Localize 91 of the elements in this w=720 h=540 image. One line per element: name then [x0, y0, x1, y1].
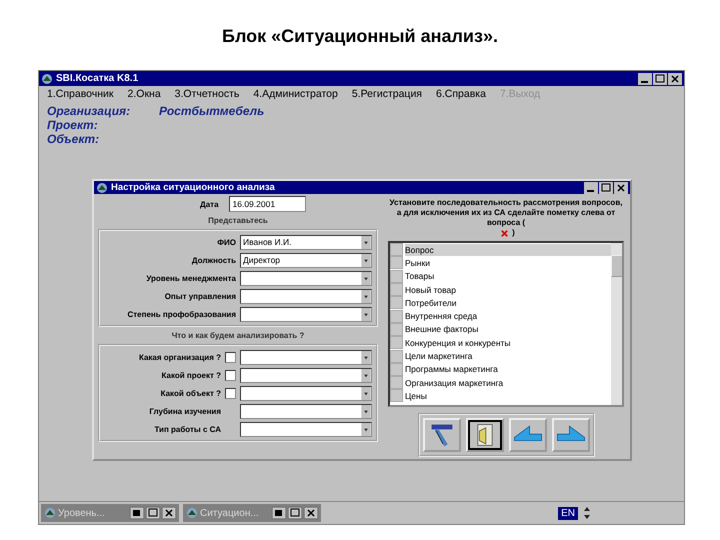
field-label: Тип работы с СА — [154, 424, 221, 434]
section-heading: Что и как будем анализировать ? — [170, 331, 306, 340]
field-label: Какой проект ? — [162, 370, 221, 380]
back-button[interactable] — [508, 418, 546, 452]
field-label: Опыт управления — [164, 292, 236, 300]
info-label: Объект: — [47, 132, 100, 146]
checkbox[interactable] — [225, 352, 236, 362]
list-item[interactable]: Товары — [405, 271, 434, 282]
row-marker[interactable] — [390, 256, 403, 270]
date-field[interactable]: 16.09.2001 — [228, 196, 306, 212]
maximize-button[interactable] — [288, 507, 302, 519]
menu-item[interactable]: 6.Справка — [436, 88, 486, 100]
list-item[interactable]: Внутренняя среда — [405, 311, 478, 322]
header-marker — [390, 243, 403, 256]
app-icon — [186, 507, 198, 519]
info-value: Ростбытмебель — [159, 104, 264, 118]
info-label: Проект: — [47, 118, 99, 132]
maximize-button[interactable] — [599, 182, 613, 194]
combo-box[interactable]: Иванов И.И. — [240, 234, 372, 250]
combo-box[interactable] — [240, 386, 372, 400]
combo-box[interactable] — [240, 368, 372, 382]
minimize-button[interactable] — [638, 72, 652, 84]
row-marker[interactable] — [390, 389, 403, 402]
checkbox[interactable] — [225, 388, 236, 398]
list-item[interactable]: Рынки — [405, 258, 430, 268]
row-marker[interactable] — [390, 270, 403, 283]
row-marker[interactable] — [390, 336, 403, 350]
close-button[interactable] — [668, 72, 682, 84]
app-icon — [44, 507, 56, 519]
row-marker[interactable] — [390, 283, 403, 296]
list-item[interactable]: Новый товар — [405, 284, 456, 295]
list-item[interactable]: Внешние факторы — [405, 324, 478, 334]
row-marker[interactable] — [390, 362, 403, 376]
app-icon — [96, 182, 108, 194]
field-label: Уровень менеджмента — [146, 274, 236, 282]
restore-button[interactable] — [272, 507, 286, 519]
list-item[interactable]: Конкуренция и конкуренты — [405, 338, 511, 348]
cross-icon — [500, 228, 510, 238]
row-marker[interactable] — [390, 296, 403, 310]
tool-button[interactable] — [422, 418, 460, 452]
field-label: ФИО — [217, 238, 236, 246]
field-label: Должность — [192, 256, 236, 264]
row-marker[interactable] — [390, 310, 403, 323]
maximize-button[interactable] — [653, 72, 667, 84]
row-marker[interactable] — [390, 376, 403, 390]
field-label: Какая организация ? — [138, 352, 221, 362]
forward-button[interactable] — [552, 418, 590, 452]
date-label: Дата — [200, 200, 219, 208]
row-marker[interactable] — [390, 322, 403, 336]
tool-button[interactable] — [466, 418, 504, 452]
list-item[interactable]: Потребители — [405, 298, 456, 308]
slide-title: Блок «Ситуационный анализ». — [221, 25, 499, 44]
instruction-text: ) — [512, 228, 515, 238]
menu-item[interactable]: 5.Регистрация — [352, 88, 422, 100]
checkbox[interactable] — [225, 370, 236, 380]
combo-box[interactable] — [240, 404, 372, 418]
info-label: Организация: — [47, 104, 132, 118]
language-indicator[interactable]: EN — [558, 506, 578, 520]
menu-item[interactable]: 2.Окна — [128, 88, 161, 100]
close-button[interactable] — [162, 507, 176, 519]
list-item[interactable]: Организация маркетинга — [405, 378, 504, 388]
close-button[interactable] — [304, 507, 318, 519]
menu-item[interactable]: 4.Администратор — [253, 88, 338, 100]
list-item[interactable]: Цены — [405, 390, 427, 401]
app-icon — [41, 72, 53, 84]
maximize-button[interactable] — [146, 507, 160, 519]
field-label: Глубина изучения — [149, 406, 221, 416]
instruction-text: Установите последовательность рассмотрения вопросов, а для исключения их из СА сделайте пометку слева от вопроса ( — [388, 198, 624, 228]
scroll-bar[interactable] — [611, 243, 622, 405]
combo-box[interactable] — [240, 422, 372, 436]
section-heading: Представьтесь — [207, 216, 269, 225]
combo-box[interactable] — [240, 350, 372, 364]
combo-box[interactable] — [240, 270, 372, 286]
row-marker[interactable] — [390, 350, 403, 363]
minimize-button[interactable] — [584, 182, 598, 194]
close-button[interactable] — [614, 182, 628, 194]
combo-box[interactable] — [240, 306, 372, 322]
menu-item[interactable]: 3.Отчетность — [174, 88, 240, 100]
list-item[interactable]: Цели маркетинга — [405, 351, 472, 362]
list-item[interactable]: Программы маркетинга — [405, 364, 498, 374]
combo-box[interactable] — [240, 288, 372, 304]
restore-button[interactable] — [130, 507, 144, 519]
combo-box[interactable]: Директор — [240, 252, 372, 268]
menu-item[interactable]: 1.Справочник — [47, 88, 114, 100]
ladder-icon — [430, 423, 454, 447]
field-label: Какой объект ? — [160, 388, 221, 398]
column-header: Вопрос — [405, 244, 611, 256]
field-label: Степень профобразования — [127, 310, 236, 318]
dialog-title: Настройка ситуационного анализа — [111, 182, 275, 193]
window-title: SBI.Косатка K8.1 — [56, 73, 138, 84]
spin-arrows-icon[interactable] — [582, 505, 592, 521]
